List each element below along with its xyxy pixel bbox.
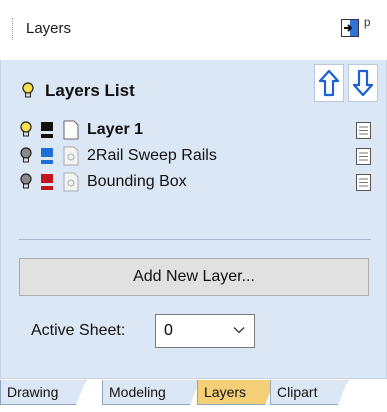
layers-list-title: Layers List (45, 81, 135, 100)
layer-color-icon[interactable] (41, 148, 53, 164)
move-layer-down-button[interactable] (348, 64, 378, 102)
active-sheet-value: 0 (164, 322, 173, 339)
layer-row[interactable]: Bounding Box (19, 170, 187, 194)
panel-title-bar: Layers ᵖ (0, 0, 387, 60)
layer-row[interactable]: Layer 1 (19, 118, 143, 142)
visibility-bulb-icon[interactable] (19, 121, 33, 139)
arrow-up-icon (318, 69, 340, 97)
panel-tab-bar: Drawing Modeling Layers Clipart (0, 378, 387, 412)
drag-grip[interactable] (12, 18, 15, 40)
arrow-down-icon (352, 69, 374, 97)
tab-label: Modeling (109, 384, 166, 400)
pin-icon[interactable]: ᵖ (364, 15, 370, 35)
layer-color-icon[interactable] (41, 174, 53, 190)
layer-name: Bounding Box (87, 173, 187, 190)
tab-layers[interactable]: Layers (197, 380, 275, 405)
document-icon (63, 120, 79, 140)
lightbulb-icon[interactable] (21, 82, 35, 100)
layers-list-header: Layers List (21, 78, 135, 104)
layer-color-icon[interactable] (41, 122, 53, 138)
layer-properties-icon[interactable] (356, 174, 371, 191)
visibility-bulb-icon[interactable] (19, 173, 33, 191)
chevron-down-icon (233, 327, 245, 334)
visibility-bulb-icon[interactable] (19, 147, 33, 165)
dock-toggle-icon[interactable] (341, 19, 359, 37)
tab-label: Layers (204, 384, 247, 400)
tab-clipart[interactable]: Clipart (270, 380, 348, 405)
layer-name: 2Rail Sweep Rails (87, 147, 217, 164)
add-new-layer-button[interactable]: Add New Layer... (19, 258, 369, 296)
layer-properties-icon[interactable] (356, 122, 371, 139)
document-icon (63, 172, 79, 192)
panel-title: Layers (26, 20, 72, 37)
layer-properties-icon[interactable] (356, 148, 371, 165)
tab-label: Drawing (7, 384, 59, 400)
layer-row[interactable]: 2Rail Sweep Rails (19, 144, 217, 168)
document-icon (63, 146, 79, 166)
layer-name: Layer 1 (87, 121, 144, 138)
active-sheet-label: Active Sheet: (31, 322, 126, 339)
tab-drawing[interactable]: Drawing (0, 380, 86, 405)
active-sheet-select[interactable]: 0 (155, 314, 255, 348)
move-layer-up-button[interactable] (314, 64, 344, 102)
layers-panel: Layers List Layer 1 2Rail Sweep Rails Bo… (0, 60, 387, 378)
tab-modeling[interactable]: Modeling (102, 380, 200, 405)
divider (19, 239, 371, 240)
tab-label: Clipart (277, 384, 318, 400)
